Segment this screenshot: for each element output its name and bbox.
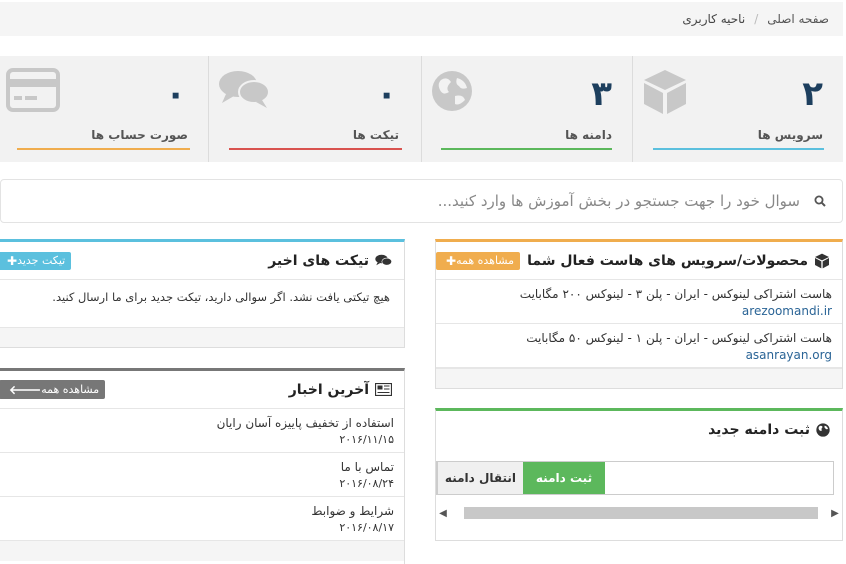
domains-accent-bar bbox=[441, 148, 612, 150]
tickets-panel-header: تیکت های اخیر ✚ تیکت جدید bbox=[0, 242, 404, 280]
newspaper-icon bbox=[375, 383, 392, 396]
news-date: ۲۰۱۶/۰۸/۱۷ bbox=[339, 521, 394, 534]
domain-input[interactable] bbox=[605, 462, 833, 494]
product-name: هاست اشتراکی لینوکس - ایران - پلن ۳ - لی… bbox=[519, 287, 832, 301]
tile-invoices[interactable]: ۰ صورت حساب ها bbox=[0, 56, 208, 162]
news-title: شرایط و ضوابط bbox=[311, 504, 394, 518]
services-label: سرویس ها bbox=[757, 128, 823, 142]
products-panel-title: محصولات/سرویس های هاست فعال شما bbox=[527, 252, 808, 269]
globe-icon bbox=[432, 71, 472, 111]
scroll-left-icon[interactable]: ◀ bbox=[436, 508, 450, 519]
no-tickets-message: هیچ تیکتی یافت نشد. اگر سوالی دارید، تیک… bbox=[52, 290, 390, 304]
domains-count: ۳ bbox=[591, 74, 612, 114]
breadcrumb: صفحه اصلی / ناحیه کاربری bbox=[0, 2, 843, 36]
domain-panel-title: ثبت دامنه جدید bbox=[708, 422, 810, 438]
services-accent-bar bbox=[653, 148, 824, 150]
tile-domains[interactable]: ۳ دامنه ها bbox=[421, 56, 632, 162]
news-item[interactable]: استفاده از تخفیف پاییزه آسان رایان ۲۰۱۶/… bbox=[0, 409, 404, 453]
tickets-label: تیکت ها bbox=[352, 128, 399, 142]
comments-icon bbox=[219, 71, 270, 108]
active-products-panel: محصولات/سرویس های هاست فعال شما ✚ مشاهده… bbox=[435, 239, 843, 389]
cube-icon bbox=[644, 70, 686, 114]
domain-panel-header: ثبت دامنه جدید bbox=[436, 411, 842, 449]
knowledgebase-search bbox=[0, 179, 843, 223]
tile-tickets[interactable]: ۰ تیکت ها bbox=[208, 56, 421, 162]
arrow-left-icon: 🡐 bbox=[9, 383, 42, 397]
product-name: هاست اشتراکی لینوکس - ایران - پلن ۱ - لی… bbox=[526, 331, 832, 345]
services-count: ۲ bbox=[802, 74, 823, 114]
products-panel-footer bbox=[436, 368, 842, 388]
view-all-news-button[interactable]: 🡐 مشاهده همه bbox=[0, 380, 106, 399]
news-item[interactable]: شرایط و ضوابط ۲۰۱۶/۰۸/۱۷ bbox=[0, 497, 404, 541]
scrollbar-thumb[interactable] bbox=[464, 507, 818, 519]
plus-icon: ✚ bbox=[7, 253, 18, 268]
horizontal-scrollbar[interactable]: ◀ ▶ bbox=[436, 506, 842, 520]
news-item[interactable]: تماس با ما ۲۰۱۶/۰۸/۲۴ bbox=[0, 453, 404, 497]
product-item[interactable]: هاست اشتراکی لینوکس - ایران - پلن ۳ - لی… bbox=[436, 280, 842, 324]
tickets-panel-title: تیکت های اخیر bbox=[268, 252, 369, 269]
new-ticket-button[interactable]: ✚ تیکت جدید bbox=[0, 251, 72, 270]
search-icon[interactable] bbox=[814, 195, 826, 207]
transfer-domain-button[interactable]: انتقال دامنه bbox=[437, 462, 523, 494]
breadcrumb-current: ناحیه کاربری bbox=[682, 12, 746, 26]
latest-news-panel: آخرین اخبار 🡐 مشاهده همه استفاده از تخفی… bbox=[0, 368, 405, 564]
domain-search-row: ثبت دامنه انتقال دامنه bbox=[436, 461, 834, 495]
tickets-panel-footer bbox=[0, 327, 404, 347]
plus-icon: ✚ bbox=[446, 253, 457, 268]
register-domain-button[interactable]: ثبت دامنه bbox=[523, 462, 605, 494]
cube-icon bbox=[815, 253, 829, 268]
view-all-products-button[interactable]: ✚ مشاهده همه bbox=[436, 251, 521, 270]
tickets-accent-bar bbox=[229, 148, 402, 150]
product-domain-link[interactable]: arezoomandi.ir bbox=[446, 303, 832, 319]
domains-label: دامنه ها bbox=[565, 128, 612, 142]
products-panel-header: محصولات/سرویس های هاست فعال شما ✚ مشاهده… bbox=[436, 242, 842, 280]
invoices-label: صورت حساب ها bbox=[91, 128, 188, 142]
invoices-accent-bar bbox=[17, 148, 190, 150]
stats-tiles: ۰ صورت حساب ها ۰ تیکت ها ۳ دامنه ها ۲ سر… bbox=[0, 56, 843, 162]
credit-card-icon bbox=[6, 68, 60, 112]
news-date: ۲۰۱۶/۰۸/۲۴ bbox=[339, 477, 394, 490]
breadcrumb-separator: / bbox=[754, 12, 759, 26]
product-domain-link[interactable]: asanrayan.org bbox=[446, 347, 832, 363]
invoices-count: ۰ bbox=[165, 74, 186, 114]
news-panel-footer bbox=[0, 541, 404, 561]
scroll-right-icon[interactable]: ▶ bbox=[828, 508, 842, 519]
product-item[interactable]: هاست اشتراکی لینوکس - ایران - پلن ۱ - لی… bbox=[436, 324, 842, 368]
news-panel-title: آخرین اخبار bbox=[288, 381, 369, 398]
news-title: تماس با ما bbox=[340, 460, 394, 474]
tickets-count: ۰ bbox=[376, 74, 397, 114]
news-date: ۲۰۱۶/۱۱/۱۵ bbox=[339, 433, 394, 446]
register-domain-panel: ثبت دامنه جدید ثبت دامنه انتقال دامنه ◀ … bbox=[435, 408, 843, 541]
search-input[interactable] bbox=[240, 192, 800, 210]
comments-icon bbox=[375, 254, 392, 266]
tile-services[interactable]: ۲ سرویس ها bbox=[632, 56, 843, 162]
globe-icon bbox=[816, 423, 830, 437]
breadcrumb-home-link[interactable]: صفحه اصلی bbox=[767, 12, 829, 26]
news-title: استفاده از تخفیف پاییزه آسان رایان bbox=[216, 416, 394, 430]
recent-tickets-panel: تیکت های اخیر ✚ تیکت جدید هیچ تیکتی یافت… bbox=[0, 239, 405, 348]
news-panel-header: آخرین اخبار 🡐 مشاهده همه bbox=[0, 371, 404, 409]
